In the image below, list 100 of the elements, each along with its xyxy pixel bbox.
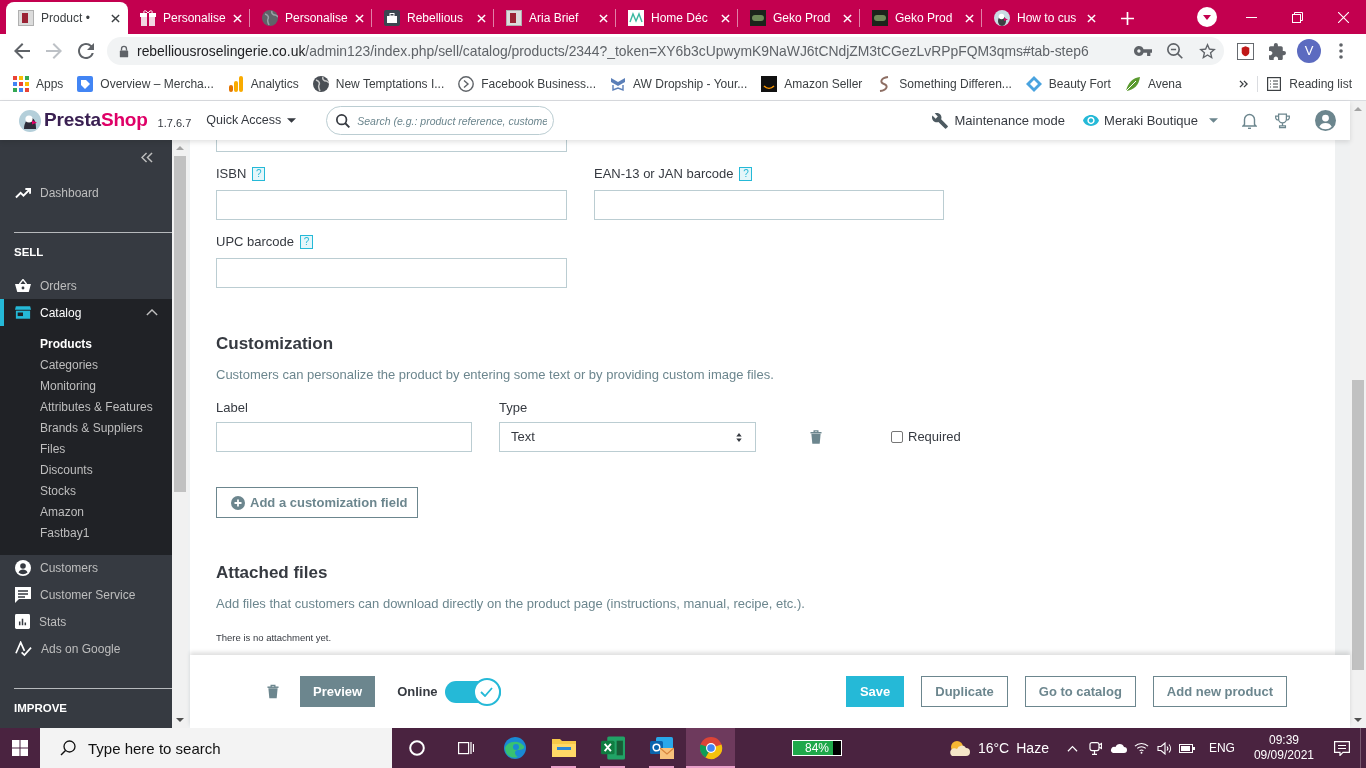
reading-list-link[interactable]: Reading list: [1267, 75, 1352, 93]
shield-icon[interactable]: [1236, 42, 1254, 60]
scrollbar-thumb[interactable]: [1352, 380, 1364, 670]
camera-icon[interactable]: [1088, 741, 1103, 755]
scrollbar[interactable]: [1350, 101, 1366, 728]
weather-widget[interactable]: 16°C Haze: [947, 737, 1049, 759]
action-button[interactable]: Add new product: [1152, 676, 1287, 707]
bookmark-link[interactable]: Avena: [1124, 75, 1182, 93]
bookmark-link[interactable]: New Temptations I...: [312, 75, 445, 93]
speaker-icon[interactable]: [1156, 741, 1172, 755]
checkbox[interactable]: [891, 431, 903, 443]
restore-icon[interactable]: [1291, 11, 1303, 23]
browser-tab[interactable]: Geko Prod: [860, 2, 982, 34]
text-field[interactable]: [594, 190, 944, 220]
browser-tab[interactable]: Personalise: [128, 2, 250, 34]
down-arrow-icon[interactable]: [176, 718, 184, 722]
section-description: Add files that customers can download directly on the product page (instructions, manual, recipe, etc.).: [216, 596, 806, 612]
bookmark-link[interactable]: Apps: [13, 75, 64, 93]
sidebar-item[interactable]: Customers: [0, 554, 172, 582]
double-chevron-icon[interactable]: [141, 152, 153, 163]
sidebar-item[interactable]: Dashboard: [0, 179, 172, 207]
eye-icon: [1083, 115, 1100, 126]
browser-tab[interactable]: Home Déc: [616, 2, 738, 34]
search-field[interactable]: Search (e.g.: product reference, custome: [326, 106, 555, 135]
browser-tab[interactable]: Product •: [6, 2, 128, 34]
browser-tab[interactable]: Personalise: [250, 2, 372, 34]
text-field[interactable]: [216, 422, 472, 452]
clock-time[interactable]: 09:39: [1268, 733, 1299, 748]
wifi-icon[interactable]: [1133, 742, 1149, 754]
preview-button[interactable]: Preview: [300, 676, 376, 707]
add-field-button[interactable]: Add a customization field: [216, 487, 419, 518]
key-icon[interactable]: [1134, 46, 1152, 56]
cloud-icon[interactable]: [1109, 743, 1127, 753]
bookmark-link[interactable]: Overview – Mercha...: [77, 75, 214, 93]
chat-bubble-icon: [15, 587, 31, 604]
submenu-item[interactable]: Files: [0, 438, 172, 460]
bookmark-link[interactable]: Amazon Seller: [761, 75, 863, 93]
submenu-item[interactable]: Discounts: [0, 459, 172, 481]
reload-icon[interactable]: [78, 43, 94, 59]
close-icon[interactable]: [111, 13, 120, 23]
list-icon: [1267, 77, 1282, 91]
sidebar-item[interactable]: Catalog: [0, 299, 172, 326]
maintenance-mode-link[interactable]: Maintenance mode: [932, 110, 1066, 131]
text-field[interactable]: [216, 258, 567, 288]
bookmark-link[interactable]: Analytics: [227, 75, 299, 93]
chevron-up-icon[interactable]: [146, 309, 158, 317]
scrollbar[interactable]: [172, 140, 188, 728]
submenu-item[interactable]: Stocks: [0, 480, 172, 502]
sidebar-item[interactable]: Stats: [0, 608, 172, 636]
action-button[interactable]: Duplicate: [921, 676, 1008, 707]
double-chevron-icon[interactable]: [1239, 80, 1249, 88]
submenu-item[interactable]: Brands & Suppliers: [0, 417, 172, 439]
submenu-item[interactable]: Amazon: [0, 501, 172, 523]
trash-icon[interactable]: [810, 430, 822, 444]
minimize-icon[interactable]: [1245, 16, 1257, 18]
bookmark-link[interactable]: AW Dropship - Your...: [610, 75, 748, 93]
sidebar-item[interactable]: Orders: [0, 272, 172, 300]
bookmark-link[interactable]: Beauty Fort: [1025, 75, 1111, 93]
online-toggle[interactable]: [444, 677, 501, 706]
submenu-item[interactable]: Monitoring: [0, 375, 172, 397]
sidebar-item[interactable]: Customer Service: [0, 581, 172, 609]
type-select[interactable]: Text: [499, 422, 756, 452]
browser-tab[interactable]: How to cus: [982, 2, 1104, 34]
browser-tab[interactable]: Geko Prod: [738, 2, 860, 34]
profile-avatar[interactable]: V: [1297, 39, 1321, 63]
address-bar[interactable]: rebelliousroselingerie.co.uk/admin123/index.php/sell/catalog/products/2344?_token=XY6b3cUpwymK9NaWJ6tCNdjZM3tCGezLvRPpFQM3qms#tab-step6: [107, 37, 1224, 65]
browser-tab[interactable]: Aria Brief: [494, 2, 616, 34]
user-avatar-icon[interactable]: [1315, 110, 1336, 131]
puzzle-icon[interactable]: [1268, 42, 1286, 60]
taskbar-search-field[interactable]: Type here to search: [40, 728, 392, 768]
down-arrow-icon[interactable]: [1354, 718, 1362, 722]
star-icon[interactable]: [1198, 43, 1216, 59]
submenu-item[interactable]: Fastbay1: [0, 522, 172, 544]
required-checkbox[interactable]: Required: [891, 427, 961, 447]
bookmark-link[interactable]: Facebook Business...: [458, 75, 596, 93]
shop-selector[interactable]: Meraki Boutique: [1083, 110, 1218, 131]
scrollbar-thumb[interactable]: [174, 156, 186, 492]
trash-icon[interactable]: [267, 684, 279, 699]
battery-icon[interactable]: [1179, 743, 1196, 753]
browser-tab[interactable]: Rebellious: [372, 2, 494, 34]
notification-icon[interactable]: [1334, 740, 1350, 756]
plus-icon[interactable]: [1120, 11, 1134, 25]
more-menu-icon[interactable]: [1339, 43, 1343, 59]
select-field[interactable]: [216, 140, 567, 152]
action-button[interactable]: Go to catalog: [1024, 676, 1136, 707]
text-field[interactable]: [216, 190, 567, 220]
submenu-item[interactable]: Categories: [0, 354, 172, 376]
submenu-item[interactable]: Products: [0, 333, 172, 355]
dropdown-icon[interactable]: [1197, 7, 1217, 27]
trophy-icon[interactable]: [1275, 112, 1290, 129]
back-arrow-icon[interactable]: [14, 43, 30, 59]
bookmark-link[interactable]: Something Differen...: [876, 75, 1012, 93]
clock-date[interactable]: 09/09/2021: [1253, 748, 1314, 763]
sidebar-item[interactable]: Ads on Google: [0, 635, 172, 663]
zoom-out-icon[interactable]: [1167, 43, 1183, 59]
quick-access-menu[interactable]: Quick Access: [206, 111, 297, 130]
bell-icon[interactable]: [1242, 112, 1257, 129]
start-icon[interactable]: [12, 740, 28, 756]
submenu-item[interactable]: Attributes & Features: [0, 396, 172, 418]
language-indicator[interactable]: ENG: [1208, 739, 1235, 757]
